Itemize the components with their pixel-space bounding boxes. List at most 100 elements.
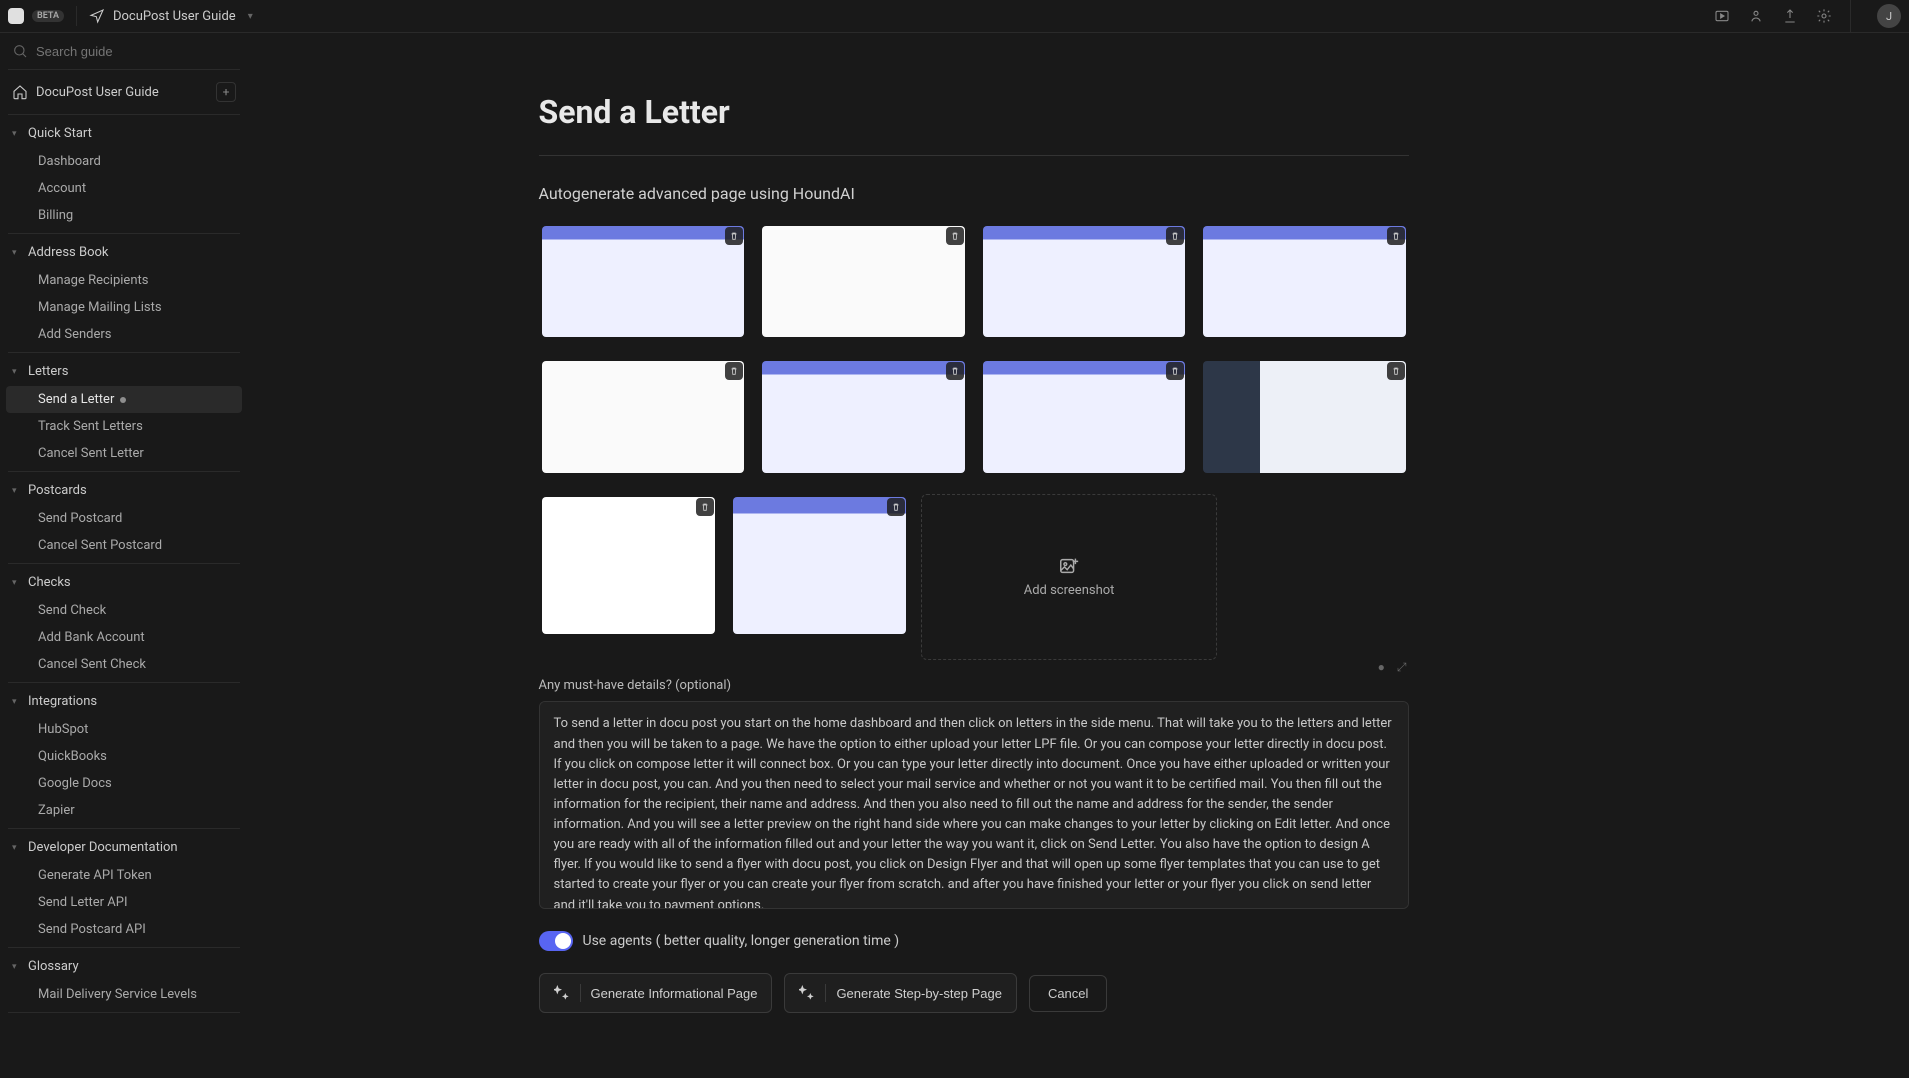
sidebar-item-label: Billing	[38, 208, 73, 223]
screenshot-thumbnail[interactable]	[759, 223, 968, 340]
sidebar-group-header[interactable]: ▾ Checks	[6, 568, 242, 597]
sidebar-item[interactable]: Send a Letter	[6, 386, 242, 413]
sidebar-group-header[interactable]: ▾Glossary	[6, 952, 242, 981]
settings-gear-icon[interactable]	[1816, 8, 1832, 24]
sidebar-item[interactable]: Mail Delivery Service Levels	[6, 981, 242, 1008]
share-users-icon[interactable]	[1748, 8, 1764, 24]
screenshot-thumbnail[interactable]	[980, 358, 1189, 475]
delete-screenshot-button[interactable]	[1387, 227, 1405, 245]
divider	[76, 6, 77, 26]
chevron-down-icon: ▾	[12, 578, 22, 588]
sparkle-icon	[799, 985, 815, 1001]
cancel-button[interactable]: Cancel	[1029, 975, 1107, 1012]
sidebar-item[interactable]: Add Senders	[6, 321, 242, 348]
sidebar-group-label: Postcards	[28, 483, 87, 498]
button-label: Generate Step-by-step Page	[836, 986, 1002, 1001]
sidebar-group-header[interactable]: ▾Letters	[6, 357, 242, 386]
export-icon[interactable]	[1782, 8, 1798, 24]
microphone-icon[interactable]: ●	[1378, 660, 1385, 675]
sidebar-root-label[interactable]: DocuPost User Guide	[36, 85, 159, 100]
add-page-button[interactable]: +	[216, 82, 236, 102]
sidebar-item-label: Google Docs	[38, 776, 112, 791]
app-logo-icon	[8, 8, 24, 24]
sidebar-item-label: Send Letter API	[38, 895, 128, 910]
delete-screenshot-button[interactable]	[946, 227, 964, 245]
sidebar-item[interactable]: Send Postcard	[6, 505, 242, 532]
button-label: Generate Informational Page	[591, 986, 758, 1001]
sidebar-item-label: Manage Recipients	[38, 273, 148, 288]
expand-icon[interactable]: ⤢	[1397, 660, 1407, 675]
sidebar-item[interactable]: Cancel Sent Check	[6, 651, 242, 678]
sidebar-item[interactable]: Zapier	[6, 797, 242, 824]
delete-screenshot-button[interactable]	[946, 362, 964, 380]
sidebar-item[interactable]: Account	[6, 175, 242, 202]
chevron-down-icon: ▾	[12, 486, 22, 496]
sidebar-item-label: Account	[38, 181, 86, 196]
delete-screenshot-button[interactable]	[1166, 227, 1184, 245]
screenshot-thumbnail[interactable]	[539, 223, 748, 340]
delete-screenshot-button[interactable]	[1166, 362, 1184, 380]
add-screenshot-button[interactable]: Add screenshot	[921, 494, 1218, 661]
sidebar-item-label: Mail Delivery Service Levels	[38, 987, 197, 1002]
sidebar-item[interactable]: HubSpot	[6, 716, 242, 743]
screenshot-thumbnail[interactable]	[980, 223, 1189, 340]
topbar-title[interactable]: DocuPost User Guide	[113, 9, 236, 24]
details-label: Any must-have details? (optional)	[539, 678, 1409, 693]
screenshot-thumbnail[interactable]	[539, 358, 748, 475]
sidebar-group-label: Checks	[28, 575, 71, 590]
sidebar-item[interactable]: Cancel Sent Letter	[6, 440, 242, 467]
sidebar-item-label: Add Senders	[38, 327, 112, 342]
sidebar-group-header[interactable]: ▾Quick Start	[6, 119, 242, 148]
sidebar-item[interactable]: Send Check	[6, 597, 242, 624]
sidebar-group-header[interactable]: ▾Address Book	[6, 238, 242, 267]
sidebar-item-label: Send Postcard	[38, 511, 122, 526]
screenshot-thumbnail[interactable]	[1200, 358, 1409, 475]
sidebar-item-label: Dashboard	[38, 154, 101, 169]
sidebar: DocuPost User Guide + ▾Quick Start Dashboar…	[0, 33, 248, 1078]
search-input[interactable]	[36, 44, 236, 59]
sidebar-item-label: Send Postcard API	[38, 922, 146, 937]
sidebar-item-label: Cancel Sent Letter	[38, 446, 144, 461]
sidebar-item[interactable]: Manage Mailing Lists	[6, 294, 242, 321]
delete-screenshot-button[interactable]	[1387, 362, 1405, 380]
screenshot-thumbnail[interactable]	[730, 494, 909, 637]
sidebar-item-label: HubSpot	[38, 722, 88, 737]
sidebar-item[interactable]: Generate API Token	[6, 862, 242, 889]
chevron-down-icon: ▾	[12, 367, 22, 377]
screenshot-thumbnail[interactable]	[1200, 223, 1409, 340]
delete-screenshot-button[interactable]	[887, 498, 905, 516]
sidebar-item[interactable]: Dashboard	[6, 148, 242, 175]
agents-toggle[interactable]	[539, 931, 573, 951]
sidebar-item[interactable]: Send Letter API	[6, 889, 242, 916]
search-icon	[12, 43, 28, 59]
chevron-down-icon: ▾	[12, 962, 22, 972]
sidebar-item[interactable]: Track Sent Letters	[6, 413, 242, 440]
generate-step-by-step-button[interactable]: Generate Step-by-step Page	[784, 973, 1017, 1013]
delete-screenshot-button[interactable]	[725, 362, 743, 380]
details-textarea[interactable]	[539, 701, 1409, 909]
sidebar-item[interactable]: Google Docs	[6, 770, 242, 797]
chevron-down-icon: ▾	[12, 248, 22, 258]
sidebar-group-header[interactable]: ▾Developer Documentation	[6, 833, 242, 862]
chevron-down-icon: ▾	[12, 843, 22, 853]
page-title: Send a Letter	[539, 93, 1409, 131]
sidebar-item[interactable]: Add Bank Account	[6, 624, 242, 651]
screenshot-thumbnail[interactable]	[539, 494, 718, 637]
sidebar-item[interactable]: Billing	[6, 202, 242, 229]
sidebar-item[interactable]: Send Postcard API	[6, 916, 242, 943]
sidebar-item[interactable]: QuickBooks	[6, 743, 242, 770]
delete-screenshot-button[interactable]	[725, 227, 743, 245]
play-preview-icon[interactable]	[1714, 8, 1730, 24]
sidebar-item[interactable]: Manage Recipients	[6, 267, 242, 294]
user-avatar[interactable]: J	[1877, 4, 1901, 28]
sidebar-group-header[interactable]: ▾Integrations	[6, 687, 242, 716]
sidebar-item-label: Add Bank Account	[38, 630, 145, 645]
beta-badge: BETA	[32, 10, 64, 22]
generate-informational-button[interactable]: Generate Informational Page	[539, 973, 773, 1013]
sidebar-item-label: Send Check	[38, 603, 106, 618]
sidebar-group-header[interactable]: ▾ Postcards	[6, 476, 242, 505]
delete-screenshot-button[interactable]	[696, 498, 714, 516]
sidebar-item[interactable]: Cancel Sent Postcard	[6, 532, 242, 559]
screenshot-thumbnail[interactable]	[759, 358, 968, 475]
chevron-down-icon[interactable]: ▾	[248, 11, 253, 22]
